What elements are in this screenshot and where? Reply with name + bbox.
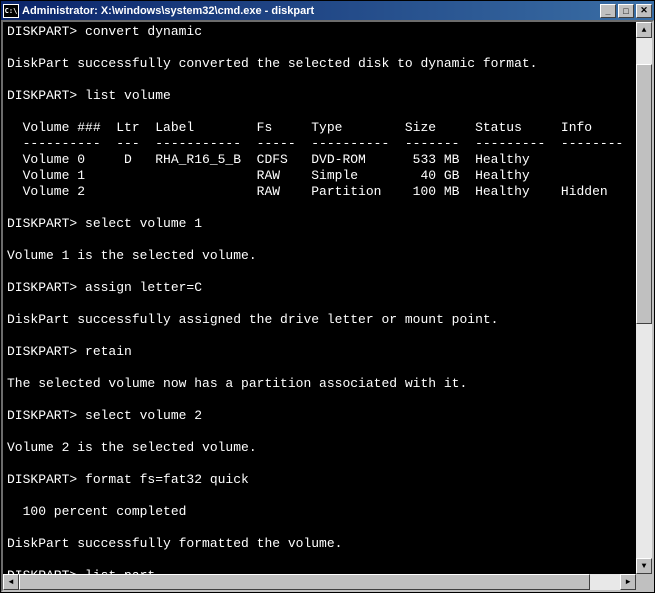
size-grip[interactable] <box>636 574 652 590</box>
titlebar[interactable]: C:\ Administrator: X:\windows\system32\c… <box>1 1 654 20</box>
scroll-down-button[interactable]: ▼ <box>636 558 652 574</box>
client-area: DISKPART> convert dynamic DiskPart succe… <box>1 20 654 592</box>
vertical-scroll-thumb[interactable] <box>636 64 652 324</box>
horizontal-scrollbar[interactable]: ◄ ► <box>3 574 652 590</box>
close-button[interactable]: ✕ <box>636 4 652 18</box>
system-menu-icon[interactable]: C:\ <box>3 4 19 18</box>
cmd-window: C:\ Administrator: X:\windows\system32\c… <box>0 0 655 593</box>
maximize-button[interactable]: □ <box>618 4 634 18</box>
console-scroll-wrap: DISKPART> convert dynamic DiskPart succe… <box>3 22 652 574</box>
scroll-up-button[interactable]: ▲ <box>636 22 652 38</box>
horizontal-scroll-track[interactable] <box>19 574 620 590</box>
window-controls: _ □ ✕ <box>600 4 652 18</box>
console-output[interactable]: DISKPART> convert dynamic DiskPart succe… <box>3 22 636 574</box>
window-title: Administrator: X:\windows\system32\cmd.e… <box>22 5 600 17</box>
scroll-left-button[interactable]: ◄ <box>3 574 19 590</box>
vertical-scroll-track[interactable] <box>636 38 652 558</box>
vertical-scrollbar[interactable]: ▲ ▼ <box>636 22 652 574</box>
horizontal-scroll-thumb[interactable] <box>19 574 590 590</box>
minimize-button[interactable]: _ <box>600 4 616 18</box>
scroll-right-button[interactable]: ► <box>620 574 636 590</box>
